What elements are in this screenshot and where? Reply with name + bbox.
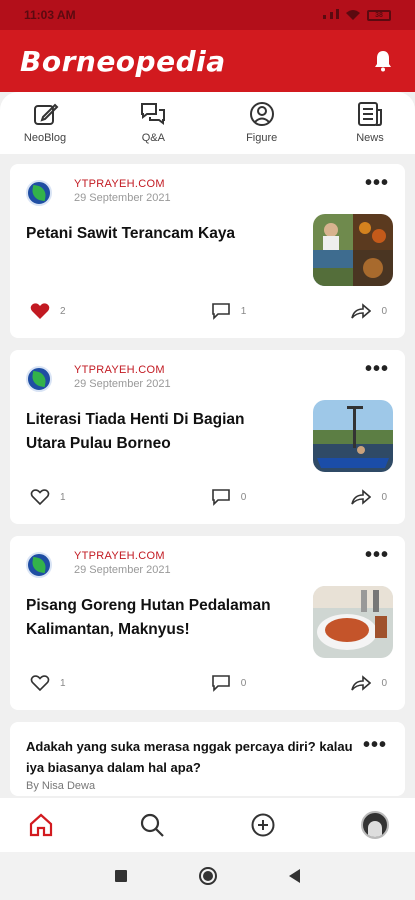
article-title[interactable]: Petani Sawit Terancam Kaya (26, 222, 276, 246)
like-button[interactable]: 1 (30, 488, 66, 506)
article-title[interactable]: Pisang Goreng Hutan Pedalaman Kalimantan… (26, 594, 276, 642)
article-thumbnail[interactable] (313, 400, 393, 472)
share-count: 0 (381, 305, 387, 317)
like-count: 1 (60, 491, 66, 503)
share-button[interactable]: 0 (351, 488, 387, 506)
comment-count: 0 (240, 677, 247, 689)
more-options-icon[interactable]: ••• (365, 173, 389, 193)
app-logo: Borneopedia (20, 44, 226, 78)
tab-figure[interactable]: Figure (231, 100, 293, 154)
source-name[interactable]: YTPRAYEH.COM (74, 364, 365, 376)
like-button[interactable]: 2 (30, 302, 66, 320)
post-date: 29 September 2021 (74, 564, 171, 576)
question-title[interactable]: Adakah yang suka merasa nggak percaya di… (26, 736, 356, 778)
home-icon[interactable] (28, 812, 54, 838)
heart-outline-icon (30, 675, 50, 692)
bell-icon[interactable] (371, 49, 395, 73)
tab-news[interactable]: News (339, 100, 401, 154)
article-title[interactable]: Literasi Tiada Henti Di Bagian Utara Pul… (26, 408, 276, 456)
source-name[interactable]: YTPRAYEH.COM (74, 178, 365, 190)
system-nav (0, 852, 415, 900)
system-icons: 38 (323, 8, 391, 22)
status-time: 11:03 AM (24, 8, 76, 22)
share-button[interactable]: 0 (351, 674, 387, 692)
source-name[interactable]: YTPRAYEH.COM (74, 550, 365, 562)
tab-label: News (356, 132, 384, 144)
comment-icon (211, 303, 230, 320)
article-thumbnail[interactable] (313, 214, 393, 286)
app-bar: Borneopedia (0, 30, 415, 92)
tab-label: Figure (246, 132, 278, 144)
share-icon (351, 675, 372, 691)
question-card[interactable]: Adakah yang suka merasa nggak percaya di… (10, 722, 405, 796)
user-circle-icon (249, 102, 274, 126)
comment-count: 1 (240, 305, 247, 317)
comment-icon (211, 675, 230, 692)
article-thumbnail[interactable] (313, 586, 393, 658)
chat-bubbles-icon (141, 103, 166, 125)
battery-icon: 38 (367, 9, 391, 21)
category-tabs: NeoBlog Q&A Figure News (0, 92, 415, 154)
home-system-button[interactable] (199, 867, 217, 885)
source-avatar (26, 366, 52, 392)
share-icon (351, 303, 372, 319)
edit-icon (34, 103, 59, 125)
comment-button[interactable]: 0 (211, 488, 247, 506)
back-button[interactable] (289, 869, 300, 883)
add-post-icon[interactable] (250, 812, 276, 838)
share-count: 0 (381, 491, 387, 503)
comment-count: 0 (240, 491, 247, 503)
status-bar: 11:03 AM 38 (0, 0, 415, 30)
battery-level: 38 (375, 11, 383, 19)
recents-button[interactable] (115, 870, 127, 882)
comment-button[interactable]: 0 (211, 674, 247, 692)
source-avatar (26, 552, 52, 578)
search-icon[interactable] (139, 812, 165, 838)
post-date: 29 September 2021 (74, 192, 171, 204)
question-author: By Nisa Dewa (26, 780, 96, 792)
share-count: 0 (381, 677, 387, 689)
article-card[interactable]: YTPRAYEH.COM 29 September 2021 ••• Liter… (10, 350, 405, 524)
share-button[interactable]: 0 (351, 302, 387, 320)
article-card[interactable]: YTPRAYEH.COM 29 September 2021 ••• Pisan… (10, 536, 405, 710)
article-card[interactable]: YTPRAYEH.COM 29 September 2021 ••• Petan… (10, 164, 405, 338)
more-options-icon[interactable]: ••• (365, 359, 389, 379)
like-count: 1 (60, 677, 66, 689)
signal-icon (323, 8, 339, 22)
tab-label: Q&A (141, 132, 165, 144)
heart-filled-icon (30, 303, 50, 319)
post-date: 29 September 2021 (74, 378, 171, 390)
more-options-icon[interactable]: ••• (363, 735, 387, 755)
more-options-icon[interactable]: ••• (365, 545, 389, 565)
wifi-icon (346, 10, 360, 20)
comment-icon (211, 489, 230, 506)
bottom-nav (0, 798, 415, 852)
tab-neoblog[interactable]: NeoBlog (14, 100, 76, 154)
share-icon (351, 489, 372, 505)
feed[interactable]: YTPRAYEH.COM 29 September 2021 ••• Petan… (0, 154, 415, 798)
heart-outline-icon (30, 489, 50, 506)
like-count: 2 (60, 305, 66, 317)
source-avatar (26, 180, 52, 206)
comment-button[interactable]: 1 (211, 302, 247, 320)
newspaper-icon (357, 102, 382, 126)
tab-qa[interactable]: Q&A (122, 100, 184, 154)
tab-label: NeoBlog (23, 132, 67, 144)
like-button[interactable]: 1 (30, 674, 66, 692)
profile-avatar[interactable] (361, 811, 389, 839)
